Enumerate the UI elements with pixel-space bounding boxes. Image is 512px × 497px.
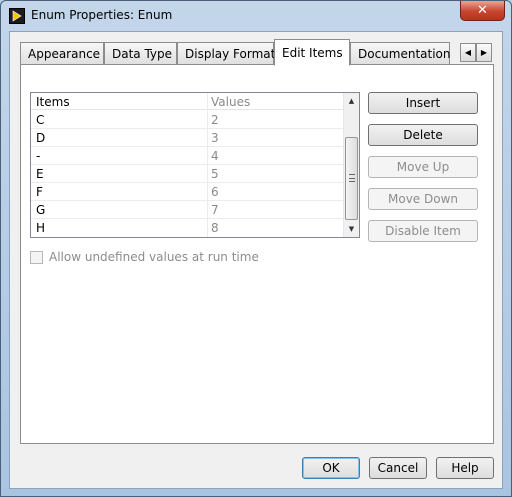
item-name[interactable]: E: [36, 167, 44, 181]
help-button[interactable]: Help: [436, 457, 494, 479]
item-value: 2: [211, 113, 219, 127]
item-value: 8: [211, 221, 219, 235]
dialog-window: Enum Properties: Enum ✕ Appearance Data …: [0, 0, 512, 497]
arrow-down-icon: ▼: [348, 225, 355, 233]
values-column-header[interactable]: Values: [211, 95, 250, 109]
help-button-label: Help: [451, 461, 479, 475]
tab-data-type[interactable]: Data Type: [104, 42, 177, 65]
disable-item-button-label: Disable Item: [385, 224, 461, 238]
tab-display-format[interactable]: Display Format: [177, 42, 276, 65]
delete-button-label: Delete: [403, 128, 443, 142]
items-listbox[interactable]: Items Values C 2 D 3 - 4 E 5 F 6 G 7 H 8…: [30, 92, 360, 238]
insert-button[interactable]: Insert: [368, 92, 478, 114]
item-name[interactable]: C: [36, 113, 44, 127]
title-bar[interactable]: Enum Properties: Enum ✕: [1, 1, 511, 31]
item-name[interactable]: D: [36, 131, 45, 145]
list-vertical-scrollbar[interactable]: ▲ ▼: [343, 93, 359, 237]
cancel-button-label: Cancel: [377, 461, 419, 475]
move-down-button[interactable]: Move Down: [368, 188, 478, 210]
window-title: Enum Properties: Enum: [31, 8, 173, 22]
tab-edit-items[interactable]: Edit Items: [274, 39, 350, 66]
item-value: 7: [211, 203, 219, 217]
tab-appearance[interactable]: Appearance: [20, 42, 104, 65]
item-name[interactable]: G: [36, 203, 45, 217]
allow-undefined-values-label: Allow undefined values at run time: [49, 250, 259, 264]
close-button[interactable]: ✕: [460, 1, 505, 21]
move-up-button-label: Move Up: [396, 160, 450, 174]
tab-label: Data Type: [112, 47, 173, 61]
tab-label: Appearance: [28, 47, 101, 61]
dialog-client-area: Appearance Data Type Display Format Edit…: [9, 31, 503, 489]
scroll-down-button[interactable]: ▼: [344, 221, 359, 237]
item-value: 6: [211, 185, 219, 199]
insert-button-label: Insert: [405, 96, 441, 110]
list-row[interactable]: F 6: [31, 183, 344, 201]
cancel-button[interactable]: Cancel: [369, 457, 427, 479]
delete-button[interactable]: Delete: [368, 124, 478, 146]
list-header: Items Values: [31, 93, 344, 110]
item-name[interactable]: H: [36, 221, 45, 235]
item-value: 5: [211, 167, 219, 181]
list-row[interactable]: C 2: [31, 111, 344, 129]
allow-undefined-values-checkbox[interactable]: [30, 250, 43, 264]
tab-strip: Appearance Data Type Display Format Edit…: [20, 39, 500, 66]
list-row[interactable]: G 7: [31, 201, 344, 219]
list-row[interactable]: E 5: [31, 165, 344, 183]
grip-icon: [349, 174, 355, 182]
list-row[interactable]: H 8: [31, 219, 344, 237]
move-down-button-label: Move Down: [388, 192, 458, 206]
tab-scroll-right-button[interactable]: ▶: [476, 43, 492, 62]
tab-scroll-left-button[interactable]: ◀: [460, 43, 476, 62]
allow-undefined-values-option[interactable]: Allow undefined values at run time: [30, 249, 259, 265]
tab-label: Display Format: [185, 47, 276, 61]
close-icon: ✕: [477, 3, 488, 18]
item-value: 3: [211, 131, 219, 145]
arrow-right-icon: ▶: [480, 48, 488, 57]
tab-label: Edit Items: [282, 45, 343, 60]
scroll-thumb[interactable]: [345, 137, 358, 220]
disable-item-button[interactable]: Disable Item: [368, 220, 478, 242]
item-name[interactable]: -: [36, 149, 40, 163]
item-name[interactable]: F: [36, 185, 43, 199]
item-value: 4: [211, 149, 219, 163]
arrow-up-icon: ▲: [348, 97, 355, 105]
items-column-header[interactable]: Items: [36, 95, 70, 109]
scroll-up-button[interactable]: ▲: [344, 93, 359, 109]
ok-button[interactable]: OK: [302, 457, 360, 479]
list-row[interactable]: - 4: [31, 147, 344, 165]
arrow-left-icon: ◀: [464, 48, 472, 57]
edit-items-panel: Items Values C 2 D 3 - 4 E 5 F 6 G 7 H 8…: [20, 64, 494, 444]
list-row[interactable]: D 3: [31, 129, 344, 147]
ok-button-label: OK: [322, 461, 340, 475]
labview-app-icon: [9, 8, 25, 24]
tab-documentation[interactable]: Documentation: [350, 42, 451, 65]
tab-label: Documentation: [358, 47, 451, 61]
move-up-button[interactable]: Move Up: [368, 156, 478, 178]
